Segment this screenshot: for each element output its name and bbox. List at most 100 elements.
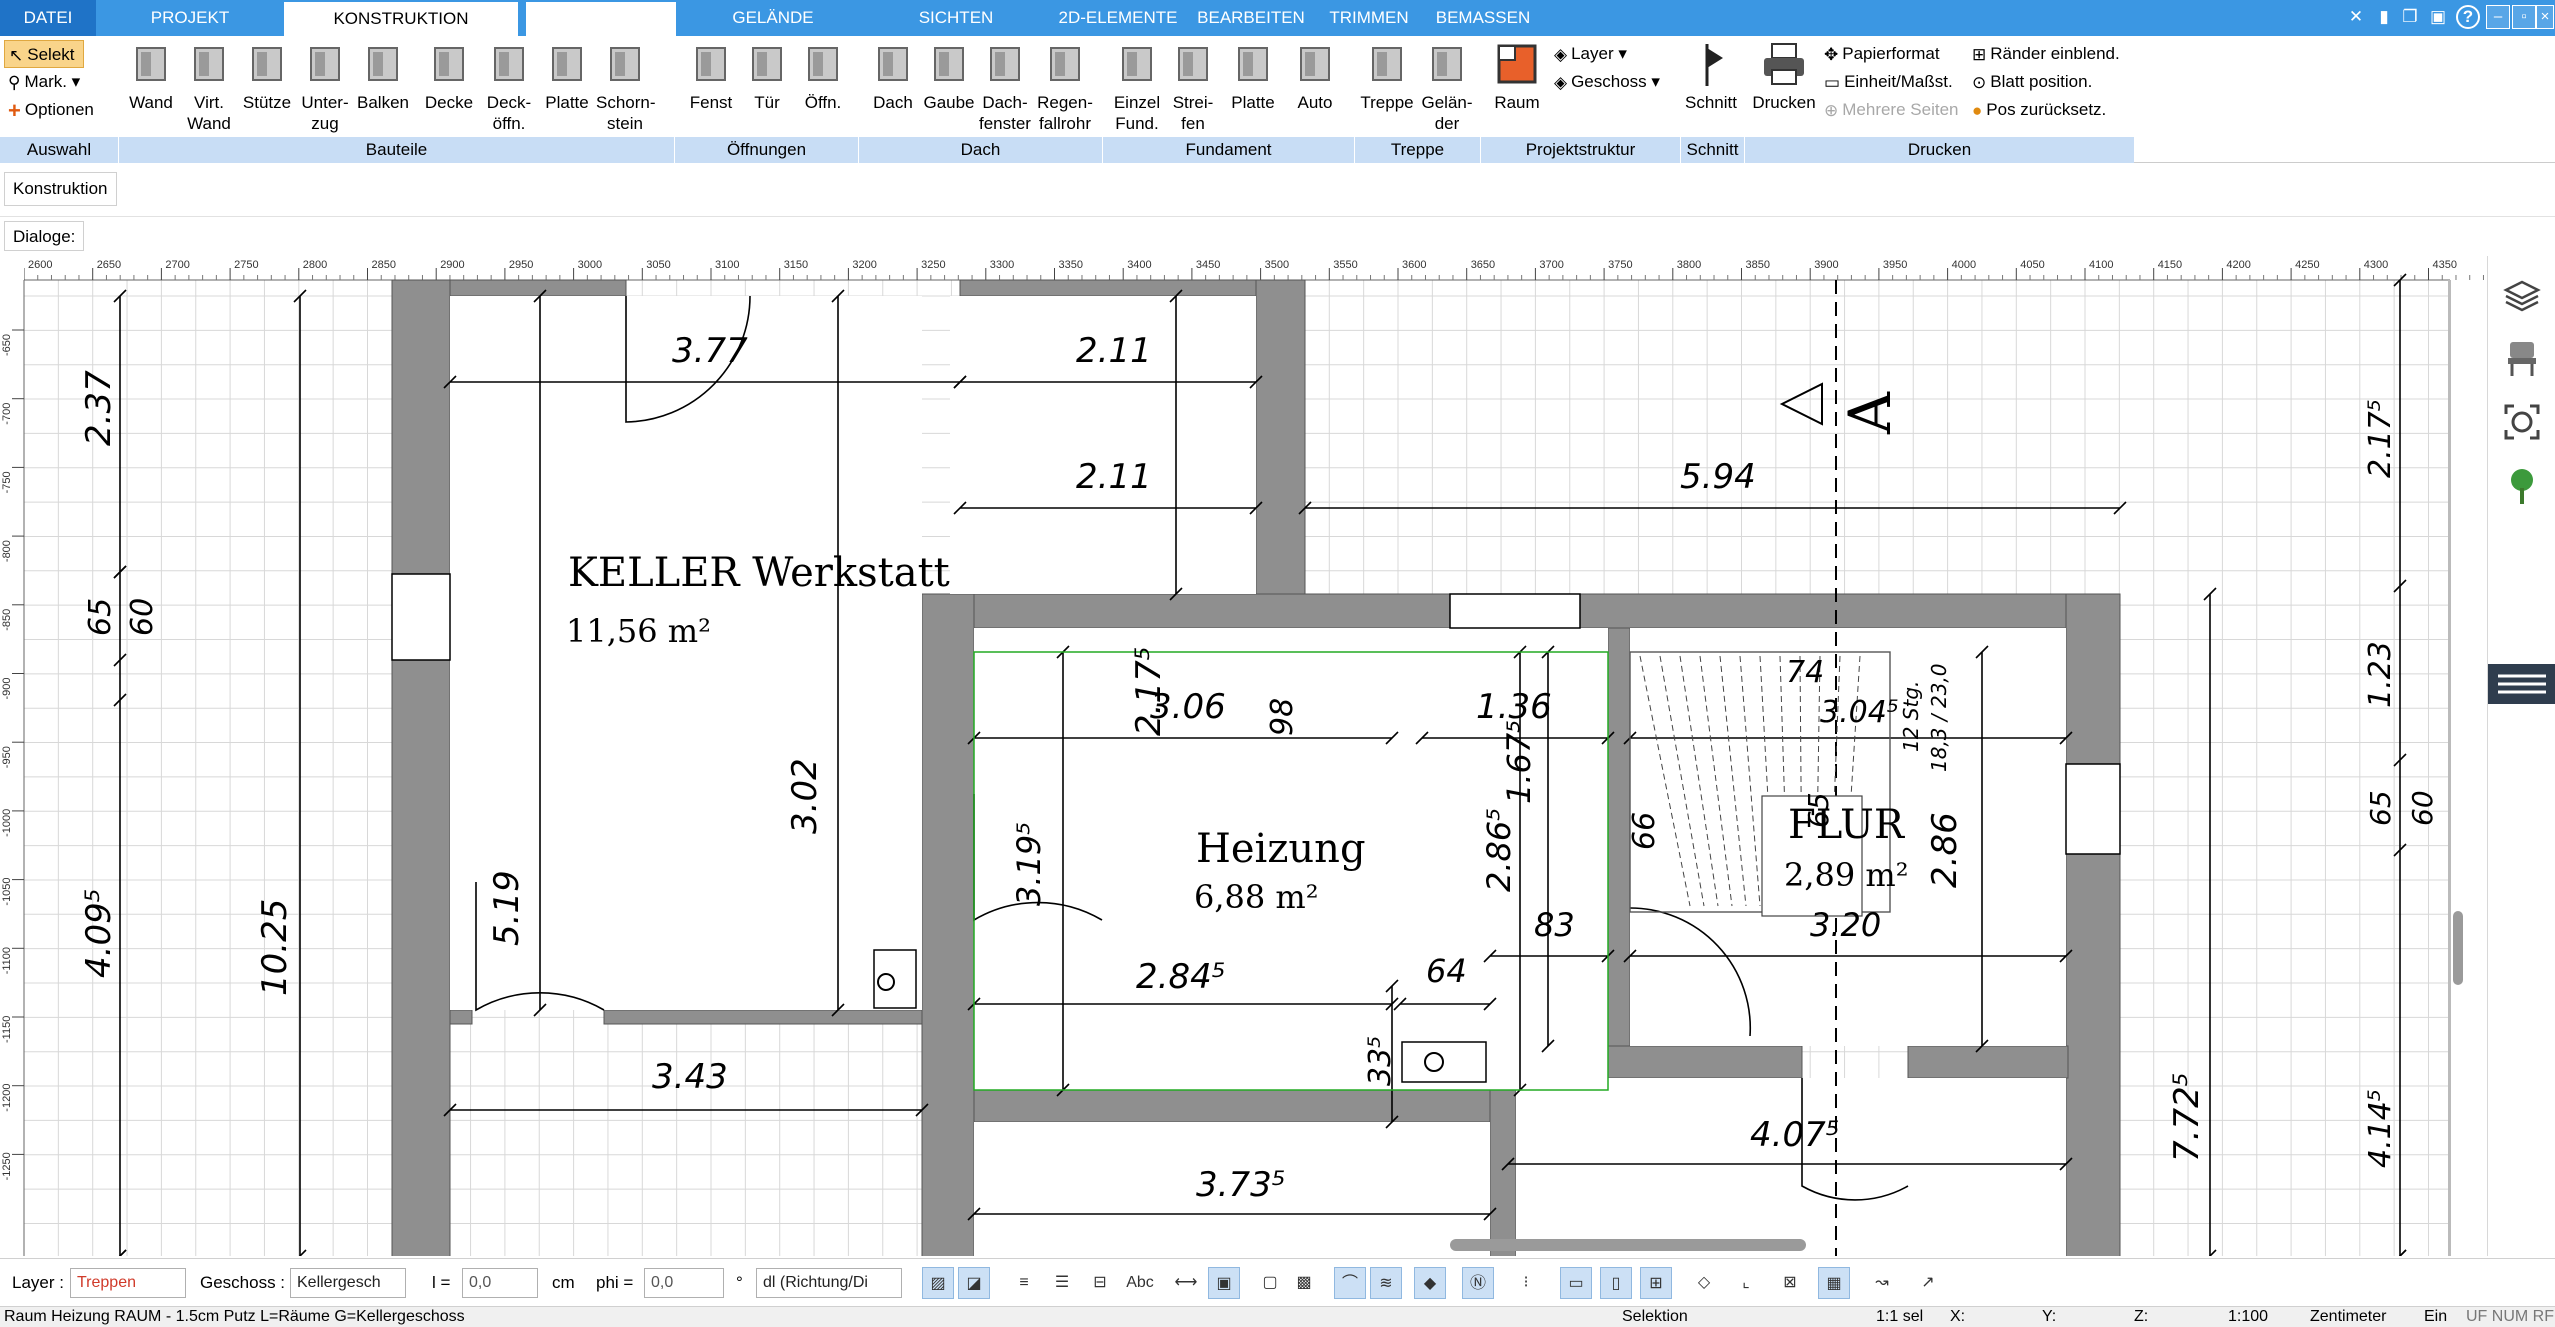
l-input[interactable]: 0,0	[462, 1268, 538, 1298]
north-icon[interactable]: Ⓝ	[1462, 1267, 1494, 1299]
bauteile-button-4[interactable]: Balken	[354, 40, 412, 113]
horizontal-scrollbar-thumb[interactable]	[1450, 1239, 1806, 1251]
drucken-button[interactable]: Drucken	[1750, 40, 1818, 113]
help-icon[interactable]: ?	[2456, 5, 2480, 29]
bauteile-button-1[interactable]: Virt. Wand	[180, 40, 238, 134]
tab-konstruktion-document[interactable]: Konstruktion	[4, 172, 117, 206]
dach-button-2[interactable]: Dach-fenster	[976, 40, 1034, 134]
optionen-button[interactable]: + Optionen	[8, 96, 94, 124]
vertical-scrollbar-thumb[interactable]	[2453, 911, 2463, 985]
tab-bearbeiten[interactable]: BEARBEITEN	[1196, 0, 1306, 36]
direction-select[interactable]: dl (Richtung/Di	[756, 1268, 902, 1298]
view2-icon[interactable]: ▯	[1600, 1267, 1632, 1299]
papierformat-button[interactable]: ✥ Papierformat	[1824, 40, 1940, 68]
mark-icon: ⚲	[8, 72, 21, 92]
tab-datei[interactable]: DATEI	[0, 0, 96, 36]
fundament-button-0[interactable]: Einzel Fund.	[1108, 40, 1166, 134]
tab-projekt[interactable]: PROJEKT	[120, 0, 260, 36]
tab-gelaende[interactable]: GELÄNDE	[700, 0, 846, 36]
bauteile-button-6[interactable]: Deck-öffn.	[480, 40, 538, 134]
fill-icon[interactable]: ◆	[1414, 1267, 1446, 1299]
bauteile-button-5[interactable]: Decke	[420, 40, 478, 113]
pointer-icon[interactable]: ↗	[1912, 1267, 1944, 1299]
tab-2d-elemente[interactable]: 2D-ELEMENTE	[1052, 0, 1184, 36]
oeffnungen-button-1[interactable]: Tür	[738, 40, 796, 113]
bauteile-button-3[interactable]: Unter-zug	[296, 40, 354, 134]
pos-reset-button[interactable]: ● Pos zurücksetz.	[1972, 96, 2106, 124]
fundament-button-3[interactable]: Auto	[1286, 40, 1344, 113]
panel-toggle[interactable]	[2488, 664, 2555, 704]
bauteile-button-7[interactable]: Platte	[538, 40, 596, 113]
layer-color-icon[interactable]: ▩	[1288, 1267, 1320, 1299]
drawing-area[interactable]: 2600 2650 2700 2750 2800 2850 2900 2950 3000 3050…	[0, 256, 2555, 1256]
copy-icon[interactable]: ❐	[2398, 5, 2422, 29]
stair-icon[interactable]: ≋	[1370, 1267, 1402, 1299]
treppe-button-1[interactable]: Gelän-der	[1418, 40, 1476, 134]
fundament-button-1[interactable]: Strei-fen	[1164, 40, 1222, 134]
geschoss-button[interactable]: ◈ Geschoss ▾	[1554, 68, 1660, 96]
tab-konstruktion[interactable]: KONSTRUKTION	[284, 2, 518, 36]
line-style-icon[interactable]: ☰	[1046, 1267, 1078, 1299]
treppe-button-0[interactable]: Treppe	[1358, 40, 1416, 113]
geschoss-select[interactable]: Kellergesch	[290, 1268, 406, 1298]
text-style-icon[interactable]: Abc	[1124, 1267, 1156, 1299]
tab-trimmen[interactable]: TRIMMEN	[1324, 0, 1414, 36]
layer-button[interactable]: ◈ Layer ▾	[1554, 40, 1627, 68]
bauteile-button-2[interactable]: Stütze	[238, 40, 296, 113]
view3-icon[interactable]: ⊞	[1640, 1267, 1672, 1299]
ruler-label: -900	[1, 677, 13, 699]
material-icon[interactable]: ◪	[958, 1267, 990, 1299]
roof-line-icon[interactable]: ⌒	[1334, 1267, 1366, 1299]
line-weight-icon[interactable]: ≡	[1008, 1267, 1040, 1299]
layers-icon[interactable]	[2502, 276, 2542, 316]
raender-button[interactable]: ⊞ Ränder einblend.	[1972, 40, 2120, 68]
y-coord: Y:	[2042, 1308, 2057, 1325]
bauteile-button-0[interactable]: Wand	[122, 40, 180, 113]
tab-sichten[interactable]: SICHTEN	[900, 0, 1012, 36]
view4-icon[interactable]: ◇	[1688, 1267, 1720, 1299]
oeffnungen-button-0[interactable]: Fenst	[682, 40, 740, 113]
einheit-button[interactable]: ▭ Einheit/Maßst.	[1824, 68, 1953, 96]
measure-icon[interactable]: ⟷	[1170, 1267, 1202, 1299]
schnitt-button[interactable]: Schnitt	[1682, 40, 1740, 113]
grid-toggle-icon[interactable]: ▦	[1818, 1267, 1850, 1299]
folder-icon[interactable]: ▮	[2372, 5, 2396, 29]
dim-style-icon[interactable]: ⊟	[1084, 1267, 1116, 1299]
dach-button-3[interactable]: Regen-fallrohr	[1036, 40, 1094, 134]
dach-button-0[interactable]: Dach	[864, 40, 922, 113]
export-icon[interactable]: ↝	[1866, 1267, 1898, 1299]
chair-icon[interactable]	[2502, 338, 2542, 378]
snap-frame-icon[interactable]: ▣	[1208, 1267, 1240, 1299]
tab-bemassen[interactable]: BEMASSEN	[1428, 0, 1538, 36]
selekt-button[interactable]: ↖ Selekt	[4, 40, 84, 68]
snap-box-icon[interactable]: ▢	[1254, 1267, 1286, 1299]
oeffnungen-button-2[interactable]: Öffn.	[794, 40, 852, 113]
room-name-flur: FLUR	[1788, 802, 1906, 848]
phi-input[interactable]: 0,0	[644, 1268, 724, 1298]
view1-icon[interactable]: ▭	[1560, 1267, 1592, 1299]
layer-select[interactable]: Treppen	[70, 1268, 186, 1298]
tab-blank[interactable]	[526, 2, 676, 36]
bauteile-button-8[interactable]: Schorn-stein	[596, 40, 656, 134]
group-label-drucken: Drucken	[1744, 137, 2134, 163]
blatt-position-button[interactable]: ⊙ Blatt position.	[1972, 68, 2092, 96]
floor-plan-canvas[interactable]: 2600 2650 2700 2750 2800 2850 2900 2950 3000 3050…	[0, 256, 2487, 1256]
tree-icon[interactable]	[2502, 466, 2542, 506]
ribbon: ↖ Selekt ⚲ Mark. ▾ + Optionen Auswahl Wand V…	[0, 36, 2555, 163]
fit-view-icon[interactable]	[2502, 402, 2542, 442]
mehrere-seiten-button[interactable]: ⊕ Mehrere Seiten	[1824, 96, 1958, 124]
view5-icon[interactable]: ⌞	[1730, 1267, 1762, 1299]
info-icon[interactable]: ⁝	[1510, 1267, 1542, 1299]
raum-button[interactable]: Raum	[1488, 40, 1546, 113]
view6-icon[interactable]: ⊠	[1774, 1267, 1806, 1299]
dach-button-1[interactable]: Gaube	[920, 40, 978, 113]
minimize-icon[interactable]: –	[2486, 5, 2510, 29]
maximize-icon[interactable]: ▫	[2512, 5, 2536, 29]
close-icon[interactable]: ×	[2536, 5, 2554, 29]
mark-button[interactable]: ⚲ Mark. ▾	[8, 68, 80, 96]
fundament-button-2[interactable]: Platte	[1224, 40, 1282, 113]
tools-icon[interactable]: ✕	[2344, 5, 2368, 29]
camera-icon[interactable]: ▣	[2426, 5, 2450, 29]
group-label-projektstruktur: Projektstruktur	[1480, 137, 1680, 163]
wall-hatch-icon[interactable]: ▨	[922, 1267, 954, 1299]
